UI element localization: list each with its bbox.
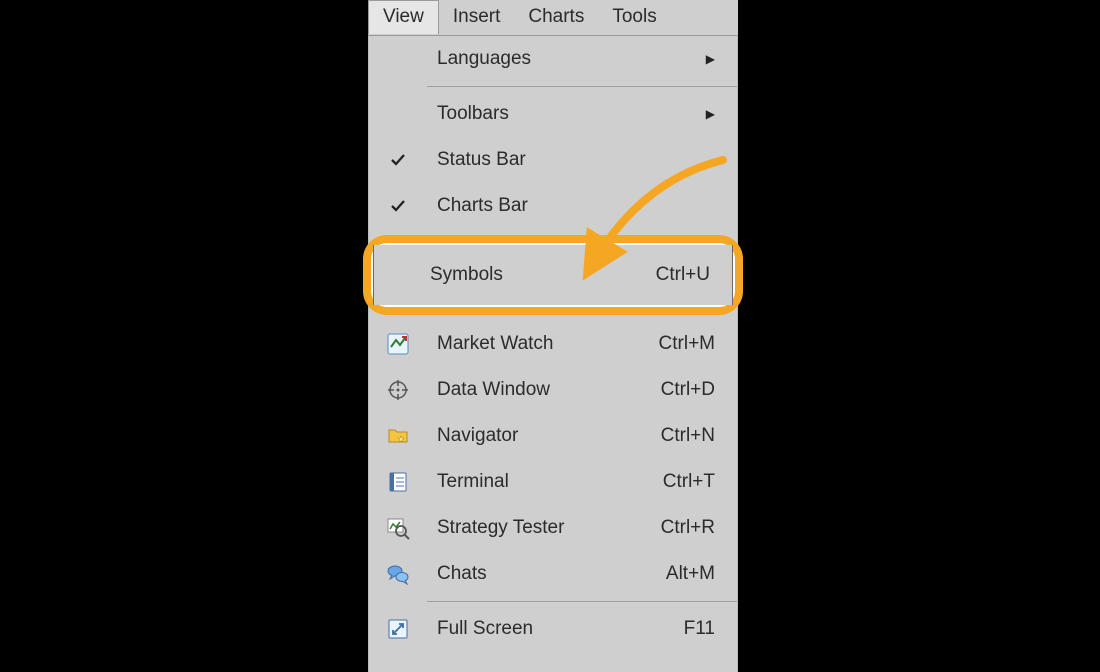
notebook-icon: [369, 459, 427, 505]
menubar-label: Insert: [453, 6, 501, 27]
icon-slot: [369, 36, 427, 82]
menu-item-full-screen[interactable]: Full Screen F11: [369, 606, 737, 652]
menubar-item-tools[interactable]: Tools: [598, 0, 670, 35]
menubar-item-charts[interactable]: Charts: [514, 0, 598, 35]
icon-slot: [369, 91, 427, 137]
menu-item-status-bar[interactable]: Status Bar: [369, 137, 737, 183]
chart-magnifier-icon: [369, 505, 427, 551]
submenu-arrow-icon: ▶: [698, 107, 715, 121]
menu-label: Languages: [427, 48, 698, 70]
crosshair-icon: [369, 367, 427, 413]
check-icon: [369, 183, 427, 229]
menu-shortcut: Ctrl+M: [651, 333, 715, 355]
menu-item-toolbars[interactable]: Toolbars ▶: [369, 91, 737, 137]
separator: [427, 601, 737, 602]
menu-label: Market Watch: [427, 333, 651, 355]
menu-label: Chats: [427, 563, 658, 585]
menu-item-data-window[interactable]: Data Window Ctrl+D: [369, 367, 737, 413]
menu-shortcut: Ctrl+U: [648, 264, 710, 286]
folder-star-icon: [369, 413, 427, 459]
separator: [427, 86, 737, 87]
menu-shortcut: Ctrl+D: [653, 379, 715, 401]
menu-label: Toolbars: [427, 103, 698, 125]
menu-label: Status Bar: [427, 149, 715, 171]
menubar-item-view[interactable]: View: [368, 0, 439, 35]
menubar-label: Tools: [612, 6, 656, 27]
menu-label: Terminal: [427, 471, 655, 493]
menu-item-terminal[interactable]: Terminal Ctrl+T: [369, 459, 737, 505]
menu-shortcut: F11: [676, 618, 715, 640]
market-watch-icon: [369, 321, 427, 367]
chat-bubbles-icon: [369, 551, 427, 597]
menubar: View Insert Charts Tools: [368, 0, 738, 36]
menu-shortcut: Alt+M: [658, 563, 715, 585]
menu-label: Symbols: [420, 264, 648, 286]
view-dropdown: Languages ▶ Toolbars ▶ Status Bar Charts…: [368, 36, 738, 672]
menu-item-chats[interactable]: Chats Alt+M: [369, 551, 737, 597]
screenshot-stage: View Insert Charts Tools Languages ▶ Too…: [368, 0, 738, 672]
menu-label: Charts Bar: [427, 195, 715, 217]
menu-label: Data Window: [427, 379, 653, 401]
menu-item-languages[interactable]: Languages ▶: [369, 36, 737, 82]
menu-item-navigator[interactable]: Navigator Ctrl+N: [369, 413, 737, 459]
submenu-arrow-icon: ▶: [698, 52, 715, 66]
menu-item-symbols[interactable]: Symbols Ctrl+U: [373, 245, 733, 305]
menu-item-strategy-tester[interactable]: Strategy Tester Ctrl+R: [369, 505, 737, 551]
fullscreen-icon: [369, 606, 427, 652]
check-icon: [369, 137, 427, 183]
menu-item-charts-bar[interactable]: Charts Bar: [369, 183, 737, 229]
icon-slot: [374, 245, 420, 305]
menubar-label: Charts: [528, 6, 584, 27]
menu-label: Strategy Tester: [427, 517, 653, 539]
callout-symbols: Symbols Ctrl+U: [363, 235, 743, 315]
menu-label: Navigator: [427, 425, 653, 447]
menu-shortcut: Ctrl+N: [653, 425, 715, 447]
menu-label: Full Screen: [427, 618, 676, 640]
menu-shortcut: Ctrl+T: [655, 471, 715, 493]
menubar-label: View: [383, 6, 424, 27]
menubar-item-insert[interactable]: Insert: [439, 0, 515, 35]
menu-item-market-watch[interactable]: Market Watch Ctrl+M: [369, 321, 737, 367]
menu-shortcut: Ctrl+R: [653, 517, 715, 539]
